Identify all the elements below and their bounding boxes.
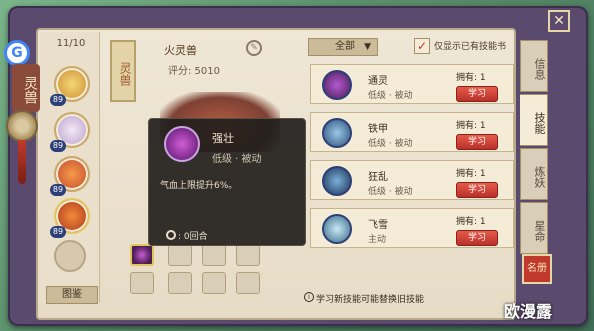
feixue-skill-icon <box>322 214 352 244</box>
edit-icon[interactable]: ✎ <box>246 40 262 56</box>
pet-count: 11/10 <box>56 38 86 49</box>
skill-owned: 拥有: 1 <box>456 169 486 179</box>
strong-skill-icon <box>164 126 200 162</box>
pet-level-badge: 89 <box>50 184 66 196</box>
skill-slot[interactable] <box>168 272 192 294</box>
skill-type: 低级 · 被动 <box>368 139 413 149</box>
tiejia-skill-icon <box>322 118 352 148</box>
skill-name: 通灵 <box>368 76 388 87</box>
pet-name: 火灵兽 <box>164 44 197 57</box>
tooltip-skill-name: 强壮 <box>212 132 234 145</box>
gallery-button[interactable]: 图鉴 <box>46 286 98 304</box>
close-button[interactable]: ✕ <box>548 10 570 32</box>
pet-tag: 灵兽 <box>110 40 136 102</box>
tooltip-description: 气血上限提升6%。 <box>160 181 238 191</box>
skill-type: 低级 · 被动 <box>368 91 413 101</box>
book-title: 灵兽 <box>12 64 40 112</box>
pet-score: 评分: 5010 <box>168 66 220 77</box>
checkbox-label: 仅显示已有技能书 <box>434 42 507 52</box>
clock-icon <box>166 230 176 240</box>
info-icon: i <box>304 292 314 302</box>
seal-stamp: 名册 <box>522 254 552 284</box>
skill-slot[interactable] <box>168 244 192 266</box>
skill-owned: 拥有: 1 <box>456 217 486 227</box>
learn-hint: 学习新技能可能替换旧技能 <box>316 295 425 305</box>
filter-value: 全部 <box>335 41 355 52</box>
skill-slot-active[interactable] <box>130 244 154 266</box>
tab-skills[interactable]: 技能 <box>520 94 548 146</box>
skill-slot[interactable] <box>202 272 226 294</box>
skill-type: 低级 · 被动 <box>368 187 413 197</box>
pet-level-badge: 89 <box>50 94 66 106</box>
skill-slot[interactable] <box>202 244 226 266</box>
skill-owned: 拥有: 1 <box>456 73 486 83</box>
skill-slot[interactable] <box>130 272 154 294</box>
tassel-decoration <box>18 140 26 184</box>
tongling-skill-icon <box>322 70 352 100</box>
pet-level-badge: 89 <box>50 226 66 238</box>
skill-name: 飞雪 <box>368 220 388 231</box>
skill-name: 狂乱 <box>368 172 388 183</box>
filter-dropdown[interactable]: 全部 ▼ <box>308 38 378 56</box>
learn-button[interactable]: 学习 <box>456 182 498 198</box>
owned-only-checkbox[interactable]: ✓ <box>414 38 430 54</box>
watermark: 欧漫露 <box>504 302 553 321</box>
skill-slot[interactable] <box>236 244 260 266</box>
chevron-down-icon: ▼ <box>364 42 371 52</box>
medallion-icon <box>6 110 38 142</box>
skill-slot[interactable] <box>236 272 260 294</box>
learn-button[interactable]: 学习 <box>456 230 498 246</box>
tab-star[interactable]: 星命 <box>520 202 548 254</box>
learn-button[interactable]: 学习 <box>456 134 498 150</box>
skill-type: 主动 <box>368 235 387 245</box>
pet-level-badge: 89 <box>50 140 66 152</box>
tooltip-skill-info: 低级 · 被动 <box>212 154 262 165</box>
skill-owned: 拥有: 1 <box>456 121 486 131</box>
tooltip-duration: : 0回合 <box>178 232 208 242</box>
tab-refine[interactable]: 炼妖 <box>520 148 548 200</box>
kuangluan-skill-icon <box>322 166 352 196</box>
pet-slot-empty[interactable] <box>54 240 86 272</box>
skill-name: 铁甲 <box>368 124 388 135</box>
google-g-icon[interactable]: G <box>4 40 30 66</box>
tab-info[interactable]: 信息 <box>520 40 548 92</box>
learn-button[interactable]: 学习 <box>456 86 498 102</box>
